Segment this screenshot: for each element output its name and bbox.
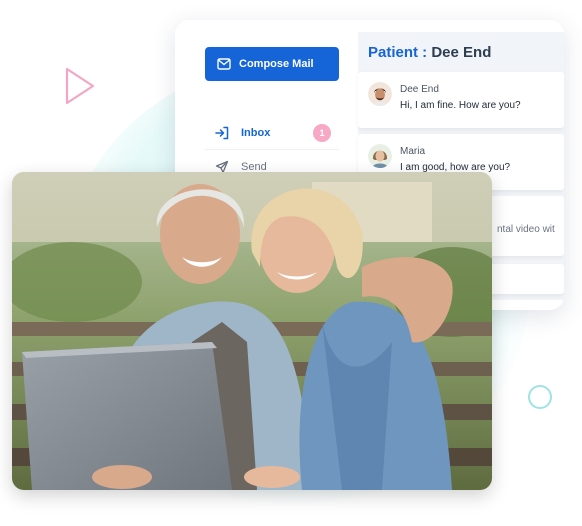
play-icon	[65, 67, 95, 105]
message-sender: Dee End	[400, 84, 439, 95]
page-title: Patient : Dee End	[368, 44, 491, 61]
unread-badge: 1	[313, 124, 331, 142]
compose-mail-label: Compose Mail	[239, 58, 314, 70]
ring-decoration-icon	[528, 385, 552, 409]
patient-prefix: Patient :	[368, 44, 432, 61]
message-text: Hi, I am fine. How are you?	[400, 100, 521, 111]
message-sender: Maria	[400, 146, 426, 157]
sidebar-item-label: Inbox	[241, 126, 271, 139]
avatar-man-icon	[368, 82, 392, 106]
envelope-icon	[217, 58, 231, 70]
patient-name: Dee End	[431, 44, 492, 61]
sidebar-item-label: Send	[241, 160, 267, 173]
sidebar-item-inbox[interactable]: Inbox 1	[205, 116, 339, 150]
couple-laptop-photo	[12, 172, 492, 490]
compose-mail-button[interactable]: Compose Mail	[205, 47, 339, 81]
message-item[interactable]: Dee End Hi, I am fine. How are you?	[358, 72, 564, 128]
inbox-icon	[215, 126, 229, 139]
avatar-woman-icon	[368, 144, 392, 168]
message-text: ntal video wit	[497, 224, 555, 235]
